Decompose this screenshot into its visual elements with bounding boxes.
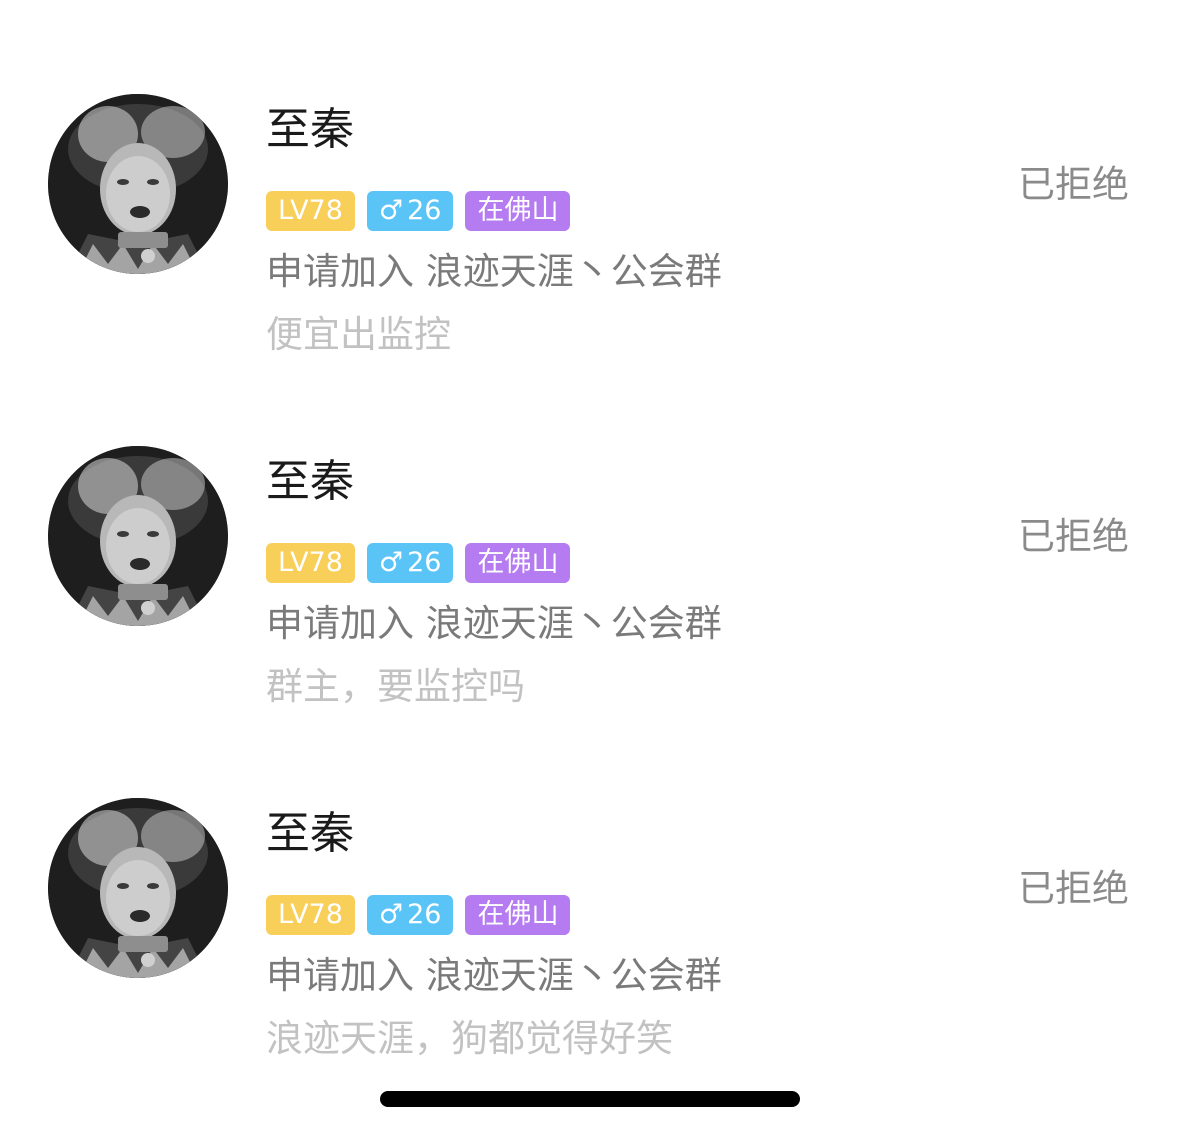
status-label: 已拒绝 <box>1018 515 1129 558</box>
status-label: 已拒绝 <box>1018 163 1129 206</box>
request-message: 便宜出监控 <box>266 313 451 356</box>
gender-age-badge: ♂ 26 <box>366 191 454 231</box>
avatar[interactable] <box>48 94 228 274</box>
avatar-photo-icon <box>48 94 228 274</box>
request-text: 申请加入 浪迹天涯丶公会群 <box>266 602 722 645</box>
request-text: 申请加入 浪迹天涯丶公会群 <box>266 954 722 997</box>
level-badge: LV78 <box>266 895 355 935</box>
request-message: 群主，要监控吗 <box>266 665 525 708</box>
avatar-photo-icon <box>48 446 228 626</box>
level-badge: LV78 <box>266 191 355 231</box>
join-request-item[interactable]: 至秦 LV78 ♂ 26 在佛山 申请加入 浪迹天涯丶公会群 群主，要监控吗 已… <box>0 446 1179 746</box>
request-text: 申请加入 浪迹天涯丶公会群 <box>266 250 722 293</box>
level-badge: LV78 <box>266 543 355 583</box>
avatar[interactable] <box>48 446 228 626</box>
user-name: 至秦 <box>266 104 354 155</box>
request-message: 浪迹天涯，狗都觉得好笑 <box>266 1017 673 1060</box>
city-badge: 在佛山 <box>465 543 571 583</box>
age-label: 26 <box>407 547 442 578</box>
status-label: 已拒绝 <box>1018 867 1129 910</box>
user-badges: LV78 ♂ 26 在佛山 <box>266 543 571 583</box>
male-icon: ♂ <box>378 899 404 930</box>
city-badge: 在佛山 <box>465 191 571 231</box>
join-request-item[interactable]: 至秦 LV78 ♂ 26 在佛山 申请加入 浪迹天涯丶公会群 浪迹天涯，狗都觉得… <box>0 798 1179 1098</box>
home-indicator[interactable] <box>380 1091 800 1107</box>
city-badge: 在佛山 <box>465 895 571 935</box>
join-request-item[interactable]: 至秦 LV78 ♂ 26 在佛山 申请加入 浪迹天涯丶公会群 便宜出监控 已拒绝 <box>0 94 1179 394</box>
user-badges: LV78 ♂ 26 在佛山 <box>266 895 571 935</box>
age-label: 26 <box>407 195 442 226</box>
male-icon: ♂ <box>378 195 404 226</box>
user-name: 至秦 <box>266 456 354 507</box>
gender-age-badge: ♂ 26 <box>366 895 454 935</box>
avatar[interactable] <box>48 798 228 978</box>
user-name: 至秦 <box>266 808 354 859</box>
gender-age-badge: ♂ 26 <box>366 543 454 583</box>
user-badges: LV78 ♂ 26 在佛山 <box>266 191 571 231</box>
avatar-photo-icon <box>48 798 228 978</box>
male-icon: ♂ <box>378 547 404 578</box>
age-label: 26 <box>407 899 442 930</box>
